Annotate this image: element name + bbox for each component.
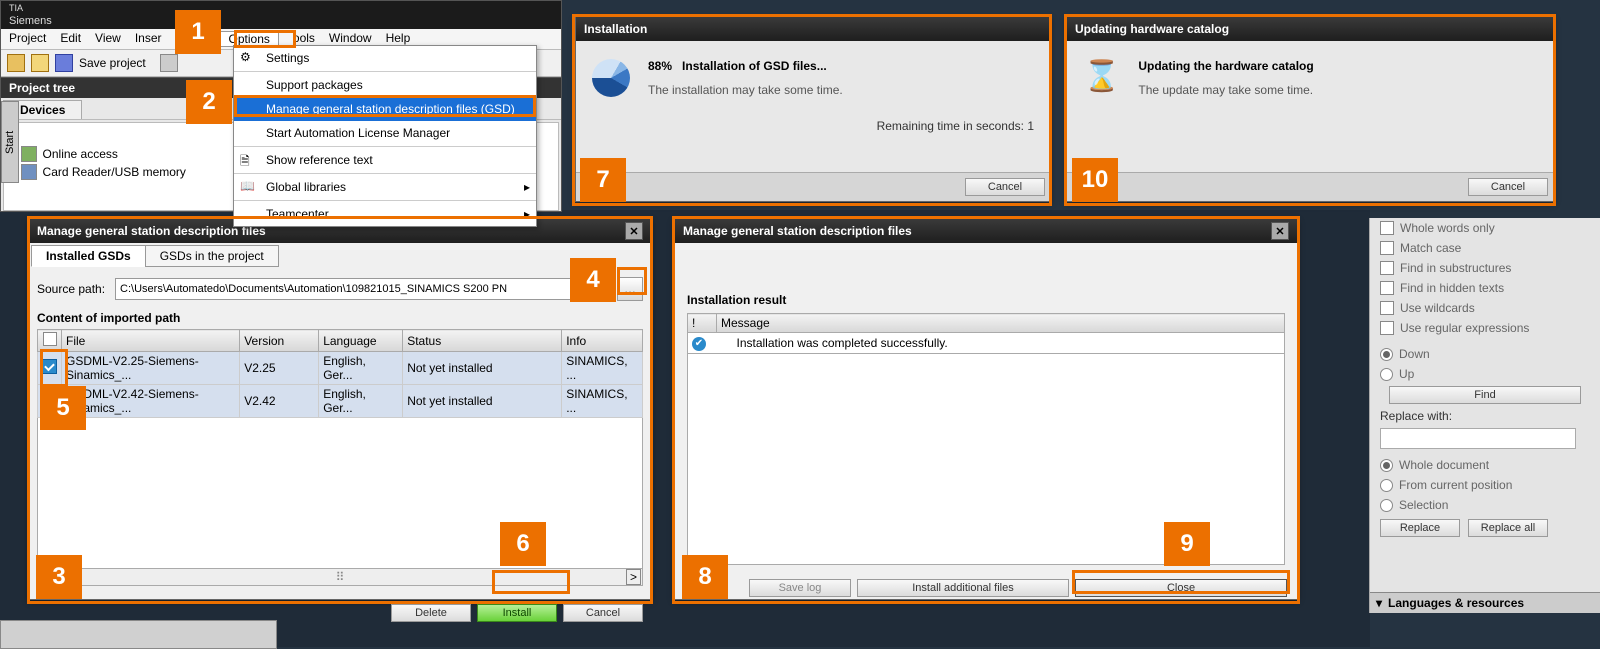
close-icon[interactable]: ✕ xyxy=(1271,222,1289,240)
annot-7: 7 xyxy=(580,158,626,202)
result-table: !Message ✔ Installation was completed su… xyxy=(687,313,1285,354)
scope-from-pos[interactable]: From current position xyxy=(1370,475,1600,495)
annot-4: 4 xyxy=(570,258,616,302)
gear-icon: ⚙ xyxy=(240,50,258,66)
network-icon xyxy=(21,146,37,162)
menu-insert[interactable]: Inser xyxy=(135,31,162,47)
annot-5: 5 xyxy=(40,386,86,430)
dir-up[interactable]: Up xyxy=(1370,364,1600,384)
doc-icon: 🗎 xyxy=(240,152,258,168)
save-icon[interactable] xyxy=(55,54,73,72)
save-log-button[interactable]: Save log xyxy=(749,579,851,597)
menu-project[interactable]: Project xyxy=(9,31,46,47)
cancel-button[interactable]: Cancel xyxy=(563,604,643,622)
find-button[interactable]: Find xyxy=(1389,386,1581,404)
new-project-icon[interactable] xyxy=(7,54,25,72)
installation-result-label: Installation result xyxy=(675,243,1297,313)
install-button[interactable]: Install xyxy=(477,604,557,622)
app-titlebar: TIASiemens xyxy=(1,1,561,29)
find-replace-panel: Whole words only Match case Find in subs… xyxy=(1369,218,1600,613)
annot-8: 8 xyxy=(682,555,728,599)
mi-teamcenter[interactable]: Teamcenter▸ xyxy=(234,202,536,226)
dir-down[interactable]: Down xyxy=(1370,344,1600,364)
scope-selection[interactable]: Selection xyxy=(1370,495,1600,515)
opt-whole-words[interactable]: Whole words only xyxy=(1370,218,1600,238)
menu-edit[interactable]: Edit xyxy=(60,31,81,47)
annot-10: 10 xyxy=(1072,158,1118,202)
delete-button[interactable]: Delete xyxy=(391,604,471,622)
book-icon: 📖 xyxy=(240,179,258,195)
mi-global-libraries[interactable]: 📖Global libraries▸ xyxy=(234,175,536,199)
tab-installed-gsds[interactable]: Installed GSDs xyxy=(31,245,146,267)
mi-support-packages[interactable]: Support packages xyxy=(234,73,536,97)
update-cancel-button[interactable]: Cancel xyxy=(1468,178,1548,196)
annot-3: 3 xyxy=(36,555,82,599)
annot-6: 6 xyxy=(500,522,546,566)
mi-show-reference[interactable]: 🗎Show reference text xyxy=(234,148,536,172)
update-catalog-dialog: Updating hardware catalog ⌛ Updating the… xyxy=(1066,16,1554,202)
mi-start-alm[interactable]: Start Automation License Manager xyxy=(234,121,536,145)
opt-hidden-texts[interactable]: Find in hidden texts xyxy=(1370,278,1600,298)
install-cancel-button[interactable]: Cancel xyxy=(965,178,1045,196)
opt-wildcards[interactable]: Use wildcards xyxy=(1370,298,1600,318)
install-additional-button[interactable]: Install additional files xyxy=(857,579,1069,597)
mi-manage-gsd[interactable]: Manage general station description files… xyxy=(234,97,536,121)
table-row[interactable]: GSDML-V2.42-Siemens-Sinamics_...V2.42Eng… xyxy=(38,385,643,418)
installation-dialog-title: Installation xyxy=(576,17,1050,41)
hourglass-icon: ⌛ xyxy=(1083,59,1120,97)
scope-whole-doc[interactable]: Whole document xyxy=(1370,455,1600,475)
source-path-input[interactable] xyxy=(115,278,607,300)
annot-2: 2 xyxy=(186,80,232,124)
replace-all-button[interactable]: Replace all xyxy=(1468,519,1548,537)
replace-button[interactable]: Replace xyxy=(1380,519,1460,537)
replace-with-label: Replace with: xyxy=(1370,406,1600,426)
success-icon: ✔ xyxy=(692,337,706,351)
print-icon[interactable] xyxy=(160,54,178,72)
usb-icon xyxy=(21,164,37,180)
tab-gsds-in-project[interactable]: GSDs in the project xyxy=(145,245,279,267)
replace-input[interactable] xyxy=(1380,428,1576,449)
h-scrollbar[interactable]: <⠿> xyxy=(37,569,643,586)
spinner-icon xyxy=(592,59,630,97)
opt-substructures[interactable]: Find in substructures xyxy=(1370,258,1600,278)
menu-view[interactable]: View xyxy=(95,31,121,47)
opt-regex[interactable]: Use regular expressions xyxy=(1370,318,1600,338)
open-project-icon[interactable] xyxy=(31,54,49,72)
table-row[interactable]: GSDML-V2.25-Siemens-Sinamics_...V2.25Eng… xyxy=(38,352,643,385)
start-tab[interactable]: Start xyxy=(1,101,19,183)
manage-gsd-dialog: Manage general station description files… xyxy=(28,218,652,600)
browse-button[interactable]: … xyxy=(617,277,643,301)
languages-resources-tab[interactable]: ▾Languages & resources xyxy=(1370,592,1600,613)
close-icon[interactable]: ✕ xyxy=(625,222,643,240)
gsd-file-table: FileVersionLanguageStatusInfo GSDML-V2.2… xyxy=(37,329,643,418)
options-dropdown: ⚙Settings Support packages Manage genera… xyxy=(233,45,537,227)
opt-match-case[interactable]: Match case xyxy=(1370,238,1600,258)
annot-1: 1 xyxy=(175,10,221,54)
source-path-label: Source path: xyxy=(37,282,105,296)
mi-settings[interactable]: ⚙Settings xyxy=(234,46,536,70)
table-row: ✔ Installation was completed successfull… xyxy=(688,333,1285,354)
content-of-path-label: Content of imported path xyxy=(29,311,651,325)
annot-9: 9 xyxy=(1164,522,1210,566)
checkbox-icon[interactable] xyxy=(42,359,57,374)
installation-dialog: Installation 88% Installation of GSD fil… xyxy=(575,16,1051,202)
update-catalog-title: Updating hardware catalog xyxy=(1067,17,1553,41)
save-project-label[interactable]: Save project xyxy=(79,56,146,70)
close-button[interactable]: Close xyxy=(1075,579,1287,597)
